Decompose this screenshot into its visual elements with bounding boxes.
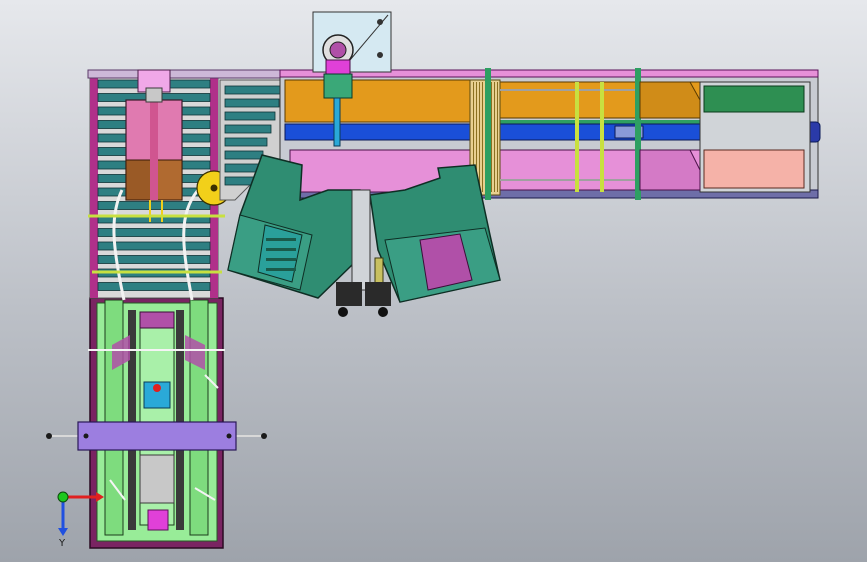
lift-sensor-red: [153, 384, 161, 392]
upper-transfer-bar: [87, 69, 289, 79]
center-roller: [224, 150, 264, 160]
main-conveyor: [279, 68, 821, 200]
cross-bar-end-left: [46, 433, 52, 439]
center-roller: [224, 98, 280, 108]
peach-block: [703, 149, 805, 189]
lift-right-rail: [189, 299, 209, 536]
center-roller: [224, 124, 272, 134]
feed-wheel-hub: [210, 184, 218, 192]
triad-origin: [57, 491, 69, 503]
left-roller: [97, 282, 211, 291]
center-roller: [224, 163, 260, 173]
orange-upper-plate: [284, 79, 476, 123]
hopper-center-post: [351, 189, 371, 291]
center-roller: [224, 111, 276, 121]
hopper-wheel-left: [336, 282, 362, 306]
carriage-vertical-4: [485, 68, 491, 200]
packaging-machine-top-view: Y: [46, 11, 821, 549]
lift-lower-block: [139, 454, 175, 504]
triad-y-arrow: [58, 528, 68, 536]
lift-top-bracket: [139, 311, 175, 329]
cylinder-body: [323, 73, 353, 99]
cross-bar-bolt-right: [226, 433, 232, 439]
comb-slat: [479, 82, 480, 192]
hopper-slot: [266, 258, 296, 261]
hopper-caster-right: [378, 307, 388, 317]
suction-head-bar: [145, 87, 163, 103]
cross-bar-bolt-left: [83, 433, 89, 439]
comb-slat: [497, 82, 498, 192]
lift-gripper-magenta: [147, 509, 169, 531]
carriage-vertical-2: [600, 82, 604, 192]
center-roller: [224, 176, 256, 186]
cross-bar-assembly: [46, 421, 267, 451]
comb-slat: [491, 82, 492, 192]
carton-flap-left: [125, 159, 155, 201]
hopper-slot: [266, 238, 296, 241]
center-roller: [224, 85, 284, 95]
mounting-plate-hole-2: [377, 52, 383, 58]
hopper-wheel-right: [365, 282, 391, 306]
carton-flap-right: [155, 159, 183, 201]
cylinder-rod: [333, 97, 341, 147]
center-roller: [224, 137, 268, 147]
triad-y-label: Y: [58, 538, 66, 549]
green-motor: [703, 85, 805, 113]
cad-viewport[interactable]: Y: [0, 0, 867, 562]
carriage-vertical-1: [575, 82, 579, 192]
carton-center-seam: [150, 100, 158, 200]
cross-bar-plate: [77, 421, 237, 451]
comb-slat: [494, 82, 495, 192]
hopper-caster-left: [338, 307, 348, 317]
cross-bar-end-right: [261, 433, 267, 439]
left-conveyor-side-left: [90, 72, 98, 298]
orange-plate-taper: [639, 81, 701, 119]
lift-left-rail: [104, 299, 124, 536]
pink-plate-taper: [639, 149, 701, 191]
hopper-slot: [266, 248, 296, 251]
gear-wheel-inner: [329, 41, 347, 59]
comb-slat: [482, 82, 483, 192]
lift-dark-post-right: [176, 310, 184, 530]
hopper-slot: [266, 268, 296, 271]
